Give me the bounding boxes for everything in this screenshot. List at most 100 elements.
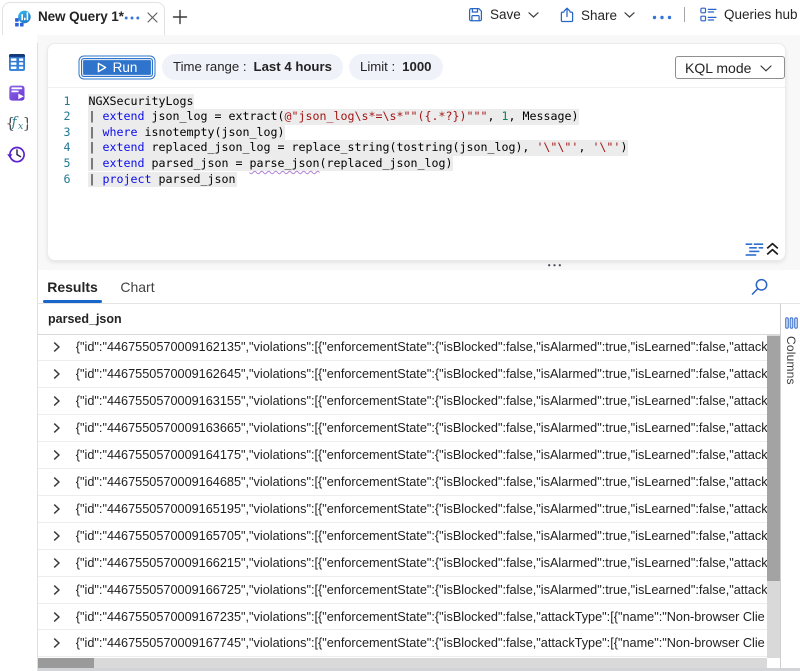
share-icon <box>560 7 574 23</box>
query-toolbar: Run Time range : Last 4 hours Limit : 10… <box>48 44 785 88</box>
row-json-text: {"id":"4467550570009162645","violations"… <box>76 367 767 381</box>
editor-footer-icons <box>745 241 779 257</box>
result-row[interactable]: {"id":"4467550570009167745","violations"… <box>38 630 767 657</box>
queries-hub-label: Queries hub <box>724 7 798 22</box>
row-expand-chevron-icon[interactable] <box>51 368 61 380</box>
row-json-text: {"id":"4467550570009165195","violations"… <box>76 502 767 516</box>
line-number: 3 <box>48 125 71 141</box>
limit-value: 1000 <box>402 59 431 74</box>
splitter-drag-handle[interactable] <box>546 263 563 267</box>
result-row[interactable]: {"id":"4467550570009162135","violations"… <box>38 335 767 362</box>
search-results-button[interactable] <box>750 277 770 297</box>
row-expand-chevron-icon[interactable] <box>51 611 61 623</box>
queries-hub-button[interactable]: Queries hub <box>700 7 798 22</box>
scrollbar-corner <box>767 658 781 668</box>
grid-horizontal-scrollbar[interactable] <box>38 658 767 668</box>
tab-chart[interactable]: Chart <box>109 273 166 300</box>
run-button[interactable]: Run <box>81 58 153 77</box>
columns-panel-label[interactable]: Columns <box>784 336 798 385</box>
row-json-text: {"id":"4467550570009162135","violations"… <box>76 340 767 354</box>
results-panel: Results Chart parsed_json {"id":"4467550… <box>38 270 800 671</box>
row-expand-chevron-icon[interactable] <box>51 557 61 569</box>
code-line[interactable]: 2| extend json_log = extract(@"json_log\… <box>48 109 785 125</box>
top-actions-divider <box>684 7 685 22</box>
svg-text:x: x <box>18 121 24 132</box>
functions-icon[interactable]: { } f x <box>3 111 30 135</box>
query-history-icon[interactable] <box>3 142 30 166</box>
adx-app-icon <box>14 9 32 27</box>
time-range-pill[interactable]: Time range : Last 4 hours <box>162 54 343 81</box>
query-tab[interactable]: New Query 1* <box>2 2 165 36</box>
code-line[interactable]: 1NGXSecurityLogs <box>48 94 785 110</box>
kql-mode-select[interactable]: KQL mode <box>675 56 785 79</box>
result-row[interactable]: {"id":"4467550570009165195","violations"… <box>38 496 767 523</box>
code-line[interactable]: 3| where isnotempty(json_log) <box>48 125 785 141</box>
result-row[interactable]: {"id":"4467550570009167235","violations"… <box>38 604 767 631</box>
tab-results[interactable]: Results <box>43 273 102 300</box>
line-number: 1 <box>48 94 71 110</box>
recall-results-icon[interactable] <box>745 242 764 256</box>
save-icon <box>468 7 483 22</box>
collapse-editor-icon[interactable] <box>766 242 779 256</box>
row-expand-chevron-icon[interactable] <box>51 341 61 353</box>
more-icon <box>652 15 672 20</box>
share-chevron-icon <box>624 12 635 18</box>
svg-text:}: } <box>22 114 27 132</box>
row-expand-chevron-icon[interactable] <box>51 530 61 542</box>
save-button[interactable]: Save <box>468 7 539 22</box>
result-row[interactable]: {"id":"4467550570009165705","violations"… <box>38 523 767 550</box>
run-label: Run <box>113 60 138 75</box>
share-label: Share <box>581 8 617 23</box>
columns-icon[interactable] <box>785 317 798 329</box>
save-chevron-icon <box>528 12 539 18</box>
result-row[interactable]: {"id":"4467550570009166725","violations"… <box>38 577 767 604</box>
row-expand-chevron-icon[interactable] <box>51 395 61 407</box>
row-expand-chevron-icon[interactable] <box>51 449 61 461</box>
result-row[interactable]: {"id":"4467550570009163665","violations"… <box>38 415 767 442</box>
code-line[interactable]: 4| extend replaced_json_log = replace_st… <box>48 140 785 156</box>
line-number: 5 <box>48 156 71 172</box>
result-row[interactable]: {"id":"4467550570009164175","violations"… <box>38 442 767 469</box>
tab-close-icon[interactable] <box>146 11 159 24</box>
tab-more-icon[interactable] <box>124 16 140 20</box>
more-actions-button[interactable] <box>652 7 672 28</box>
saved-queries-icon[interactable] <box>3 81 30 105</box>
row-expand-chevron-icon[interactable] <box>51 584 61 596</box>
row-json-text: {"id":"4467550570009164175","violations"… <box>76 448 767 462</box>
grid-column-header[interactable]: parsed_json <box>38 303 781 335</box>
row-expand-chevron-icon[interactable] <box>51 503 61 515</box>
bottom-edge-strip <box>38 668 800 671</box>
limit-label: Limit : <box>360 59 395 74</box>
row-json-text: {"id":"4467550570009163665","violations"… <box>76 421 767 435</box>
columns-side-panel: Columns <box>780 303 800 668</box>
result-row[interactable]: {"id":"4467550570009162645","violations"… <box>38 361 767 388</box>
row-json-text: {"id":"4467550570009167235","violations"… <box>76 610 765 624</box>
code-line[interactable]: 6| project parsed_json <box>48 172 785 188</box>
share-button[interactable]: Share <box>560 7 635 23</box>
code-line[interactable]: 5| extend parsed_json = parse_json(repla… <box>48 156 785 172</box>
kql-mode-value: KQL mode <box>685 60 751 76</box>
left-sidebar: { } f x <box>0 35 37 671</box>
line-number: 4 <box>48 140 71 156</box>
kql-mode-chevron-icon <box>760 65 772 72</box>
row-expand-chevron-icon[interactable] <box>51 476 61 488</box>
query-tab-title: New Query 1* <box>38 9 124 24</box>
row-json-text: {"id":"4467550570009163155","violations"… <box>76 394 767 408</box>
result-row[interactable]: {"id":"4467550570009164685","violations"… <box>38 469 767 496</box>
column-header-label: parsed_json <box>48 312 122 326</box>
result-row[interactable]: {"id":"4467550570009163155","violations"… <box>38 388 767 415</box>
result-row[interactable]: {"id":"4467550570009166215","violations"… <box>38 550 767 577</box>
row-expand-chevron-icon[interactable] <box>51 422 61 434</box>
row-json-text: {"id":"4467550570009166215","violations"… <box>76 556 767 570</box>
tables-icon[interactable] <box>3 50 30 74</box>
grid-vertical-scrollbar[interactable] <box>767 335 781 658</box>
line-number: 2 <box>48 109 71 125</box>
kql-code-editor[interactable]: 1NGXSecurityLogs2| extend json_log = ext… <box>48 94 785 239</box>
new-tab-button[interactable] <box>171 8 189 26</box>
horizontal-scrollbar-thumb[interactable] <box>38 658 94 668</box>
results-tab-bar: Results Chart <box>38 270 800 303</box>
row-json-text: {"id":"4467550570009167745","violations"… <box>76 636 765 650</box>
limit-pill[interactable]: Limit : 1000 <box>349 54 443 81</box>
row-expand-chevron-icon[interactable] <box>51 637 61 649</box>
vertical-scrollbar-thumb[interactable] <box>767 336 781 581</box>
